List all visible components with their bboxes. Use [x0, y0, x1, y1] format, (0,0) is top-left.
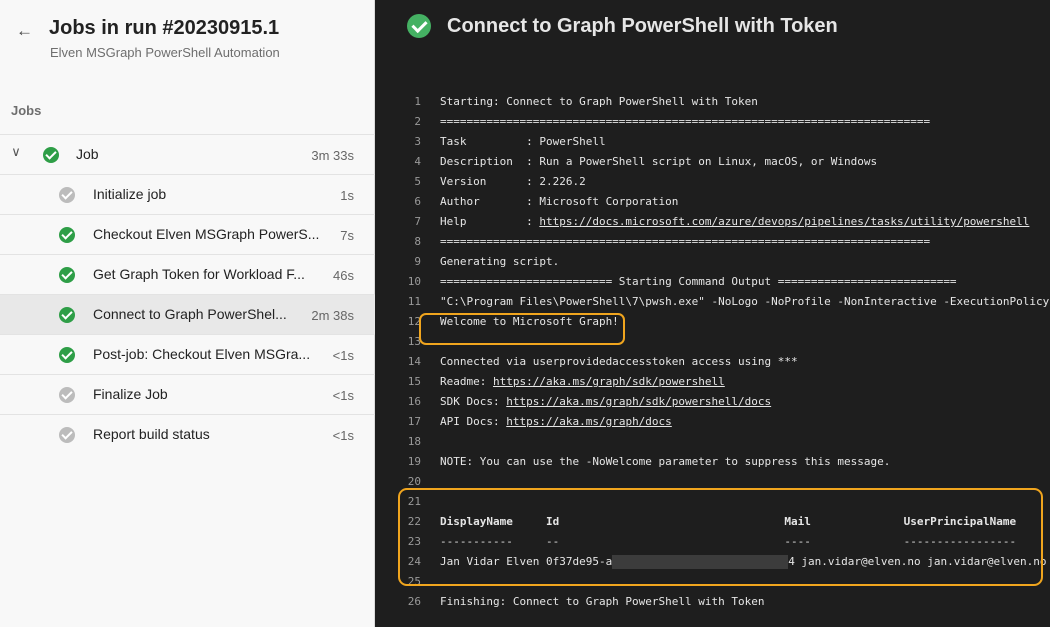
back-arrow-icon[interactable]: ← — [16, 20, 34, 42]
log-line: 8 =======================================… — [414, 235, 931, 248]
step-row-initialize-job[interactable]: Initialize job 1s — [0, 174, 375, 214]
log-line: 17 API Docs: https://aka.ms/graph/docs — [407, 415, 672, 428]
pipeline-name: Elven MSGraph PowerShell Automation — [50, 45, 280, 60]
log-line: 10 ========================== Starting Co… — [407, 275, 957, 288]
sdk-docs-link[interactable]: https://aka.ms/graph/sdk/powershell/docs — [506, 395, 771, 408]
step-row-get-graph-token[interactable]: Get Graph Token for Workload F... 46s — [0, 254, 375, 294]
log-line: 14 Connected via userprovidedaccesstoken … — [407, 355, 798, 368]
skipped-icon — [59, 427, 75, 443]
readme-link[interactable]: https://aka.ms/graph/sdk/powershell — [493, 375, 725, 388]
step-duration: 1s — [340, 188, 354, 203]
jobs-section-label: Jobs — [11, 103, 42, 118]
step-label: Finalize Job — [93, 386, 168, 402]
step-label: Connect to Graph PowerShel... — [93, 306, 287, 322]
step-label: Report build status — [93, 426, 210, 442]
log-panel: Connect to Graph PowerShell with Token 1… — [376, 0, 1050, 627]
success-icon — [59, 307, 75, 323]
log-line: 15 Readme: https://aka.ms/graph/sdk/power… — [407, 375, 725, 388]
step-row-checkout[interactable]: Checkout Elven MSGraph PowerS... 7s — [0, 214, 375, 254]
log-line: 16 SDK Docs: https://aka.ms/graph/sdk/pow… — [407, 395, 772, 408]
success-icon — [59, 227, 75, 243]
step-label: Initialize job — [93, 186, 167, 202]
log-line: 5 Version : 2.226.2 — [414, 175, 586, 188]
step-row-post-job-checkout[interactable]: Post-job: Checkout Elven MSGra... <1s — [0, 334, 375, 374]
log-line: 11 "C:\Program Files\PowerShell\7\pwsh.ex… — [407, 295, 1050, 308]
step-label: Post-job: Checkout Elven MSGra... — [93, 346, 311, 362]
user-table-highlight-box — [398, 488, 1043, 586]
step-row-connect-graph-selected[interactable]: Connect to Graph PowerShel... 2m 38s — [0, 294, 375, 334]
success-icon — [59, 347, 75, 363]
step-duration: 46s — [333, 268, 354, 283]
help-link[interactable]: https://docs.microsoft.com/azure/devops/… — [539, 215, 1029, 228]
log-line: 1 Starting: Connect to Graph PowerShell w… — [414, 95, 758, 108]
log-line: 9 Generating script. — [414, 255, 560, 268]
welcome-highlight-box — [419, 313, 625, 345]
step-duration: <1s — [332, 348, 354, 363]
step-duration: <1s — [332, 428, 354, 443]
step-label: Checkout Elven MSGraph PowerS... — [93, 226, 320, 242]
log-line: 4 Description : Run a PowerShell script o… — [414, 155, 878, 168]
skipped-icon — [59, 387, 75, 403]
step-duration: 7s — [340, 228, 354, 243]
skipped-icon — [59, 187, 75, 203]
job-duration: 3m 33s — [311, 148, 354, 163]
job-label: Job — [76, 146, 99, 162]
jobs-sidebar: ← Jobs in run #20230915.1 Elven MSGraph … — [0, 0, 375, 627]
log-line: 3 Task : PowerShell — [414, 135, 606, 148]
api-docs-link[interactable]: https://aka.ms/graph/docs — [506, 415, 672, 428]
log-line: 26 Finishing: Connect to Graph PowerShell… — [407, 595, 765, 608]
log-line: 6 Author : Microsoft Corporation — [414, 195, 679, 208]
log-line: 2 =======================================… — [414, 115, 931, 128]
success-icon — [43, 147, 59, 163]
step-row-finalize-job[interactable]: Finalize Job <1s — [0, 374, 375, 414]
log-line: 19 NOTE: You can use the -NoWelcome param… — [407, 455, 891, 468]
log-line: 7 Help : https://docs.microsoft.com/azure… — [414, 215, 1030, 228]
step-label: Get Graph Token for Workload F... — [93, 266, 305, 282]
step-row-report-build-status[interactable]: Report build status <1s — [0, 414, 375, 454]
step-duration: <1s — [332, 388, 354, 403]
run-title: Jobs in run #20230915.1 — [49, 17, 280, 39]
log-line: 18 — [407, 435, 421, 448]
chevron-down-icon[interactable]: ∨ — [9, 145, 23, 159]
job-row[interactable]: ∨ Job 3m 33s — [0, 134, 375, 174]
success-check-icon — [407, 14, 431, 38]
success-icon — [59, 267, 75, 283]
step-title: Connect to Graph PowerShell with Token — [447, 15, 838, 37]
step-duration: 2m 38s — [311, 308, 354, 323]
